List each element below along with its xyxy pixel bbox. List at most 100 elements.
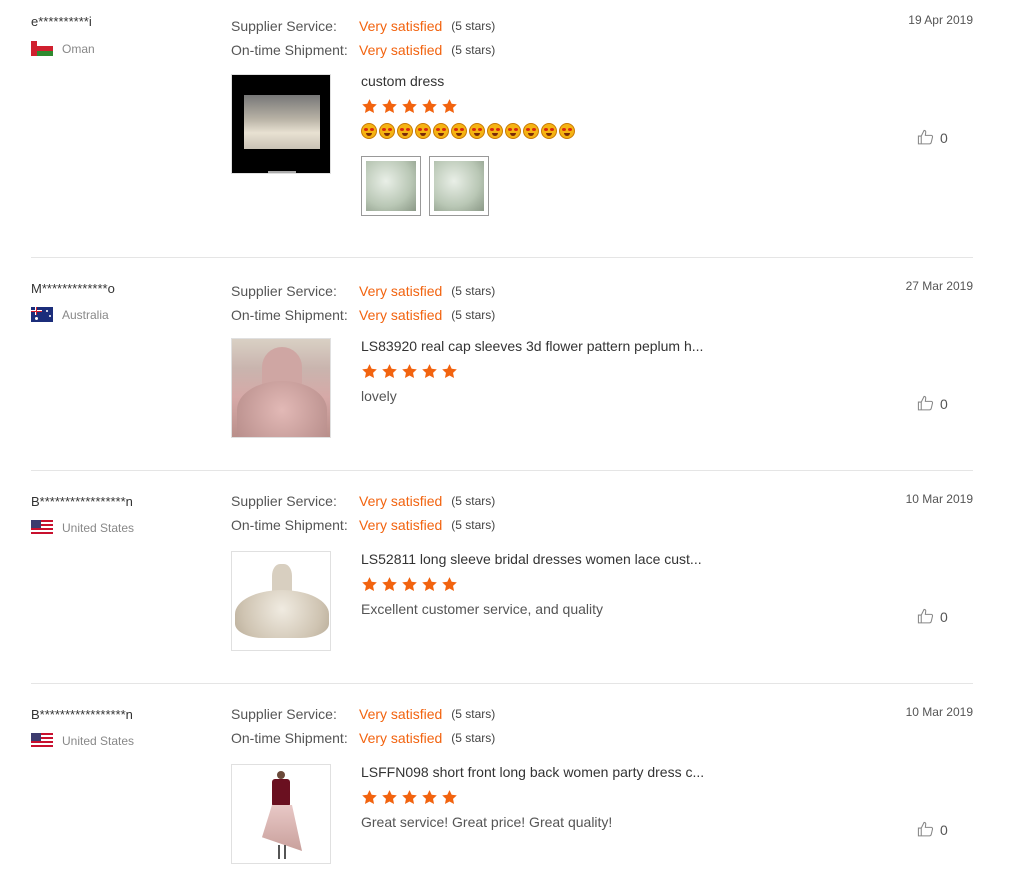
shipment-label: On-time Shipment: [231,517,348,533]
review-photos [361,156,575,216]
reviewer-name: M*************o [31,281,115,296]
ratings: Supplier Service: Very satisfied (5 star… [231,14,495,62]
heart-eyes-emoji-icon [487,123,503,139]
heart-eyes-emoji-icon [505,123,521,139]
heart-eyes-emoji-icon [451,123,467,139]
supplier-service-value: Very satisfied [359,493,443,509]
star-icon [361,576,378,593]
review-date: 19 Apr 2019 [908,13,973,27]
heart-eyes-emoji-icon [361,123,377,139]
review-content: LSFFN098 short front long back women par… [361,764,704,830]
supplier-service-value: Very satisfied [359,283,443,299]
review-comment: Excellent customer service, and quality [361,601,603,617]
reviewer-country: United States [31,733,134,748]
shipment-stars: (5 stars) [451,43,496,57]
shipment-stars: (5 stars) [451,731,496,745]
heart-eyes-emoji-icon [433,123,449,139]
like-button[interactable]: 0 [917,608,948,625]
country-name: United States [62,733,135,748]
heart-eyes-emoji-icon [523,123,539,139]
star-icon [381,789,398,806]
country-name: Oman [62,41,95,56]
product-title[interactable]: LS52811 long sleeve bridal dresses women… [361,551,702,567]
review-photo[interactable] [361,156,421,216]
thumbs-up-icon [917,129,934,146]
product-title[interactable]: LS83920 real cap sleeves 3d flower patte… [361,338,703,354]
shipment-value: Very satisfied [359,42,443,58]
star-icon [401,576,418,593]
ratings: Supplier Service: Very satisfied (5 star… [231,489,495,537]
star-icon [421,576,438,593]
review-date: 10 Mar 2019 [905,705,973,719]
review-content: LS52811 long sleeve bridal dresses women… [361,551,702,617]
oman-flag-icon [31,41,53,56]
supplier-service-label: Supplier Service: [231,18,337,34]
star-rating [361,98,575,115]
supplier-service-stars: (5 stars) [451,707,496,721]
reviewer-country: Australia [31,307,109,322]
review-comment: lovely [361,388,397,404]
review-item: M*************o Australia Supplier Servi… [31,258,973,471]
review-item: B*****************n United States Suppli… [31,684,973,882]
shipment-label: On-time Shipment: [231,307,348,323]
shipment-stars: (5 stars) [451,518,496,532]
thumbs-up-icon [917,395,934,412]
like-button[interactable]: 0 [917,129,948,146]
country-name: Australia [62,307,109,322]
star-icon [381,576,398,593]
us-flag-icon [31,520,53,535]
product-thumbnail[interactable] [231,338,331,438]
country-name: United States [62,520,135,535]
shipment-value: Very satisfied [359,517,443,533]
like-button[interactable]: 0 [917,821,948,838]
shipment-rating: On-time Shipment: Very satisfied (5 star… [231,303,495,327]
supplier-service-stars: (5 stars) [451,494,496,508]
product-thumbnail[interactable] [231,764,331,864]
supplier-service-rating: Supplier Service: Very satisfied (5 star… [231,279,495,303]
review-comment: Great service! Great price! Great qualit… [361,814,613,830]
like-button[interactable]: 0 [917,395,948,412]
product-thumbnail[interactable] [231,74,331,174]
supplier-service-rating: Supplier Service: Very satisfied (5 star… [231,702,495,726]
heart-eyes-emoji-icon [397,123,413,139]
like-count: 0 [940,129,948,146]
star-icon [421,363,438,380]
like-count: 0 [940,821,948,838]
star-icon [441,363,458,380]
shipment-rating: On-time Shipment: Very satisfied (5 star… [231,726,495,750]
reviewer-country: United States [31,520,134,535]
supplier-service-label: Supplier Service: [231,283,337,299]
star-icon [381,363,398,380]
like-count: 0 [940,395,948,412]
supplier-service-rating: Supplier Service: Very satisfied (5 star… [231,14,495,38]
reviewer-country: Oman [31,41,95,56]
supplier-service-value: Very satisfied [359,706,443,722]
star-icon [421,789,438,806]
star-icon [441,576,458,593]
us-flag-icon [31,733,53,748]
star-icon [361,98,378,115]
like-count: 0 [940,608,948,625]
ratings: Supplier Service: Very satisfied (5 star… [231,702,495,750]
star-rating [361,789,704,806]
review-photo[interactable] [429,156,489,216]
supplier-service-value: Very satisfied [359,18,443,34]
shipment-value: Very satisfied [359,307,443,323]
product-title[interactable]: LSFFN098 short front long back women par… [361,764,704,780]
australia-flag-icon [31,307,53,322]
supplier-service-label: Supplier Service: [231,706,337,722]
shipment-stars: (5 stars) [451,308,496,322]
heart-eyes-emoji-icon [559,123,575,139]
star-rating [361,363,703,380]
review-date: 27 Mar 2019 [905,279,973,293]
shipment-value: Very satisfied [359,730,443,746]
reviewer-name: B*****************n [31,494,133,509]
star-icon [361,789,378,806]
review-item: B*****************n United States Suppli… [31,471,973,684]
shipment-label: On-time Shipment: [231,730,348,746]
product-thumbnail[interactable] [231,551,331,651]
product-title[interactable]: custom dress [361,73,575,89]
star-icon [441,98,458,115]
supplier-service-rating: Supplier Service: Very satisfied (5 star… [231,489,495,513]
review-item: e**********i Oman Supplier Service: Very… [31,0,973,258]
